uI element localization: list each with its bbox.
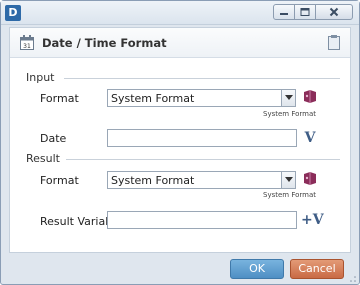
result-format-hint: System Format [263, 191, 316, 199]
input-format-value: System Format [111, 92, 195, 105]
result-format-select[interactable]: System Format [107, 171, 296, 189]
result-divider [66, 159, 340, 160]
chevron-down-icon[interactable] [281, 172, 295, 188]
maximize-icon [300, 8, 310, 16]
input-date-field[interactable] [107, 129, 297, 147]
input-format-hint: System Format [263, 110, 316, 118]
maximize-button[interactable] [294, 4, 316, 20]
dialog-footer: OK Cancel [1, 255, 359, 285]
result-format-value: System Format [111, 174, 195, 187]
input-divider [64, 78, 340, 79]
close-button[interactable] [315, 4, 353, 20]
input-date-label: Date [40, 132, 67, 145]
content-panel: 31 Date / Time Format Input Format Syste… [9, 27, 351, 253]
minimize-icon [280, 13, 288, 15]
calendar-icon: 31 [20, 35, 34, 50]
add-variable-button[interactable]: +V [301, 212, 324, 228]
app-logo-icon: D [5, 5, 21, 21]
variable-picker-button[interactable]: V [302, 130, 318, 146]
input-format-label: Format [40, 92, 79, 105]
close-icon [329, 7, 339, 17]
input-format-select[interactable]: System Format [107, 89, 296, 107]
book-icon[interactable] [303, 89, 317, 103]
cancel-button[interactable]: Cancel [290, 259, 344, 279]
panel-header: 31 Date / Time Format [10, 28, 350, 58]
minimize-button[interactable] [273, 4, 295, 20]
result-format-label: Format [40, 174, 79, 187]
page-title: Date / Time Format [42, 36, 167, 50]
svg-text:31: 31 [23, 43, 31, 50]
result-section-label: Result [26, 152, 60, 165]
dialog-window: D 31 Date / Time Format Input Format Sys… [0, 0, 360, 285]
window-controls [273, 4, 353, 20]
book-icon[interactable] [303, 171, 317, 185]
result-variable-field[interactable] [107, 211, 297, 229]
ok-button[interactable]: OK [230, 259, 284, 279]
title-bar[interactable]: D [1, 1, 359, 25]
input-section-label: Input [26, 71, 55, 84]
clipboard-icon[interactable] [328, 35, 340, 50]
chevron-down-icon[interactable] [281, 90, 295, 106]
resize-grip-icon[interactable] [349, 275, 357, 283]
